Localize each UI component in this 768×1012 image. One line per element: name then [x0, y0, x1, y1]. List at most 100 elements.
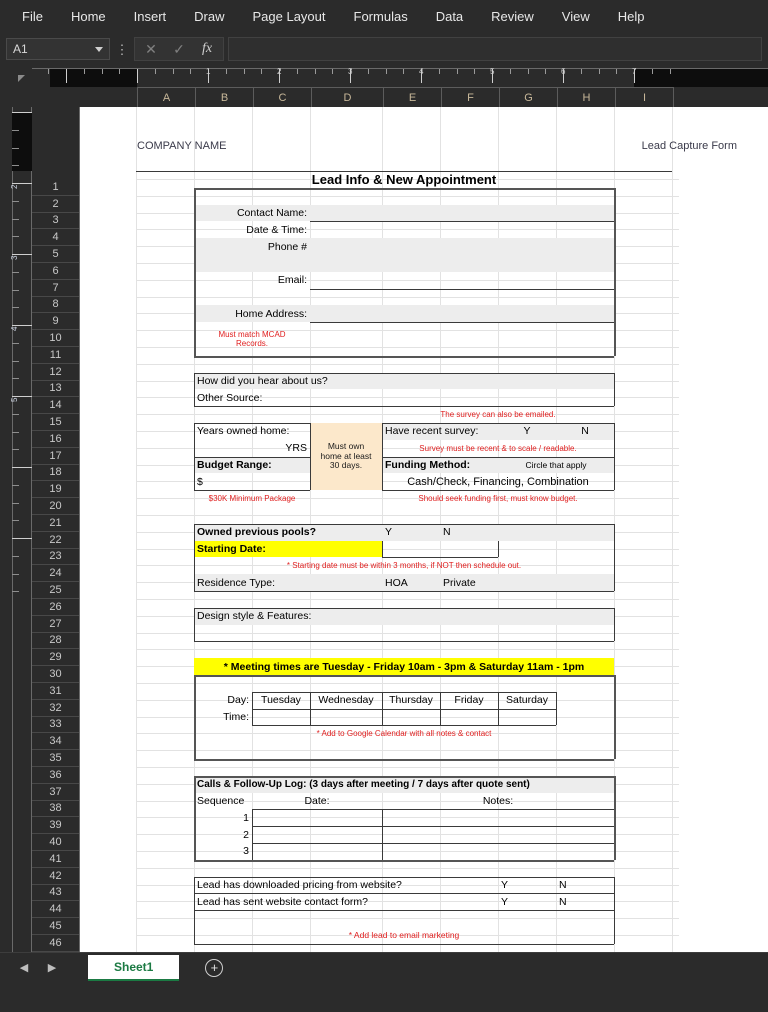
sheet-tab-sheet1[interactable]: Sheet1	[88, 954, 180, 981]
ribbon-tab-home[interactable]: Home	[57, 3, 120, 30]
have-survey-no[interactable]: N	[556, 423, 614, 440]
schedule-time-thursday[interactable]	[382, 709, 440, 726]
row-header-30[interactable]: 30	[32, 666, 79, 683]
home-address-input-2[interactable]	[310, 322, 614, 339]
row-header-31[interactable]: 31	[32, 683, 79, 700]
column-header-f[interactable]: F	[442, 87, 500, 107]
row-header-10[interactable]: 10	[32, 330, 79, 347]
row-header-36[interactable]: 36	[32, 767, 79, 784]
owned-pools-yes[interactable]: Y	[382, 523, 440, 541]
row-header-15[interactable]: 15	[32, 414, 79, 431]
next-sheet-icon[interactable]: ▶	[38, 961, 66, 974]
row-header-46[interactable]: 46	[32, 935, 79, 952]
name-box[interactable]: A1	[6, 38, 110, 60]
row-header-7[interactable]: 7	[32, 280, 79, 297]
column-header-c[interactable]: C	[254, 87, 312, 107]
schedule-time-wednesday[interactable]	[310, 709, 382, 726]
row-header-34[interactable]: 34	[32, 733, 79, 751]
contact-name-input[interactable]	[310, 205, 614, 222]
row-header-8[interactable]: 8	[32, 297, 79, 314]
row-header-35[interactable]: 35	[32, 750, 79, 767]
row-header-41[interactable]: 41	[32, 851, 79, 868]
schedule-day-friday[interactable]: Friday	[440, 692, 498, 709]
calls-log-notes-2[interactable]	[382, 826, 614, 843]
row-header-24[interactable]: 24	[32, 565, 79, 583]
calls-log-date-3[interactable]	[252, 843, 382, 860]
schedule-day-tuesday[interactable]: Tuesday	[252, 692, 310, 709]
schedule-time-saturday[interactable]	[498, 709, 556, 726]
residence-private[interactable]: Private	[440, 574, 498, 591]
ribbon-tab-review[interactable]: Review	[477, 3, 548, 30]
row-header-38[interactable]: 38	[32, 801, 79, 818]
row-header-43[interactable]: 43	[32, 885, 79, 902]
more-options-icon[interactable]: ⋮	[112, 43, 132, 56]
ribbon-tab-insert[interactable]: Insert	[120, 3, 181, 30]
ribbon-tab-help[interactable]: Help	[604, 3, 659, 30]
row-header-28[interactable]: 28	[32, 633, 79, 650]
downloaded-pricing-yes[interactable]: Y	[498, 877, 556, 894]
date-time-input[interactable]	[310, 221, 614, 238]
row-header-2[interactable]: 2	[32, 196, 79, 213]
column-header-h[interactable]: H	[558, 87, 616, 107]
prev-sheet-icon[interactable]: ◀	[10, 961, 38, 974]
downloaded-pricing-no[interactable]: N	[556, 877, 614, 894]
row-header-9[interactable]: 9	[32, 313, 79, 331]
row-header-33[interactable]: 33	[32, 717, 79, 734]
formula-input[interactable]	[228, 37, 762, 61]
ribbon-tab-page-layout[interactable]: Page Layout	[239, 3, 340, 30]
ribbon-tab-data[interactable]: Data	[422, 3, 477, 30]
row-header-37[interactable]: 37	[32, 784, 79, 801]
design-style-input[interactable]	[194, 625, 614, 642]
row-header-1[interactable]: 1	[32, 179, 79, 196]
ribbon-tab-draw[interactable]: Draw	[180, 3, 238, 30]
row-header-40[interactable]: 40	[32, 834, 79, 851]
schedule-day-thursday[interactable]: Thursday	[382, 692, 440, 709]
row-header-6[interactable]: 6	[32, 263, 79, 280]
calls-log-date-1[interactable]	[252, 809, 382, 826]
column-header-b[interactable]: B	[196, 87, 254, 107]
sheet-canvas[interactable]: COMPANY NAME Lead Capture Form Lead Info…	[80, 107, 768, 952]
row-header-column[interactable]: 1 2 3 4 5 6 7 8 9 10 11 12 13 14 15 16 17 18 19 20 21 22 23 24 2…	[32, 107, 80, 952]
contact-form-yes[interactable]: Y	[498, 893, 556, 910]
row-header-32[interactable]: 32	[32, 700, 79, 717]
phone-input[interactable]	[310, 238, 614, 255]
row-header-44[interactable]: 44	[32, 901, 79, 919]
home-address-input[interactable]	[310, 305, 614, 323]
row-header-18[interactable]: 18	[32, 465, 79, 482]
column-header-i[interactable]: I	[616, 87, 674, 107]
row-header-39[interactable]: 39	[32, 817, 79, 835]
close-icon[interactable]: ✕	[137, 41, 165, 58]
row-header-21[interactable]: 21	[32, 515, 79, 532]
row-header-25[interactable]: 25	[32, 582, 79, 599]
row-header-45[interactable]: 45	[32, 918, 79, 935]
row-header-20[interactable]: 20	[32, 498, 79, 515]
starting-date-input[interactable]	[382, 541, 498, 558]
have-survey-yes[interactable]: Y	[498, 423, 556, 440]
calls-log-notes-1[interactable]	[382, 809, 614, 826]
column-header-e[interactable]: E	[384, 87, 442, 107]
residence-hoa[interactable]: HOA	[382, 574, 440, 591]
ribbon-tab-formulas[interactable]: Formulas	[340, 3, 422, 30]
ribbon-tab-file[interactable]: File	[8, 3, 57, 30]
check-icon[interactable]: ✓	[165, 41, 193, 58]
row-header-4[interactable]: 4	[32, 229, 79, 247]
row-header-27[interactable]: 27	[32, 616, 79, 633]
row-header-22[interactable]: 22	[32, 532, 79, 549]
email-input[interactable]	[310, 272, 614, 289]
row-header-42[interactable]: 42	[32, 868, 79, 885]
row-header-16[interactable]: 16	[32, 431, 79, 448]
row-header-11[interactable]: 11	[32, 347, 79, 364]
schedule-time-tuesday[interactable]	[252, 709, 310, 726]
column-header-a[interactable]: A	[138, 87, 196, 107]
chevron-down-icon[interactable]	[95, 46, 103, 52]
row-header-13[interactable]: 13	[32, 381, 79, 398]
owned-pools-no[interactable]: N	[440, 523, 498, 541]
row-header-26[interactable]: 26	[32, 599, 79, 616]
add-sheet-icon[interactable]: +	[205, 958, 224, 977]
row-header-29[interactable]: 29	[32, 649, 79, 667]
function-icon[interactable]: fx	[193, 41, 221, 57]
calls-log-notes-3[interactable]	[382, 843, 614, 860]
years-owned-input[interactable]: YRS	[194, 440, 310, 457]
row-header-14[interactable]: 14	[32, 397, 79, 415]
schedule-day-wednesday[interactable]: Wednesday	[310, 692, 382, 709]
